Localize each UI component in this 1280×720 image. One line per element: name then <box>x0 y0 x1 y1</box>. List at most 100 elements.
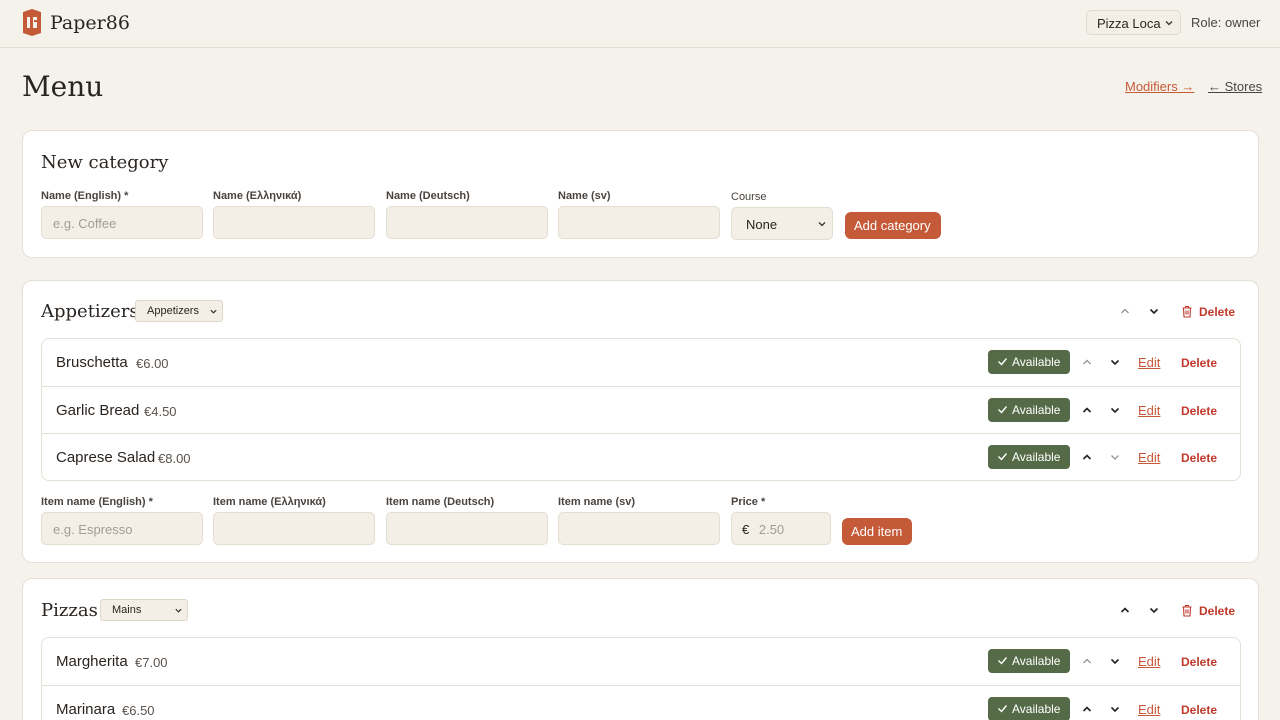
delete-item-button[interactable]: Delete <box>1181 451 1217 465</box>
name-english-label: Name (English) * <box>41 190 129 202</box>
check-icon <box>998 453 1008 461</box>
category-course-value: Mains <box>112 604 142 616</box>
chevron-down-icon <box>1165 21 1173 26</box>
name-english-input[interactable]: e.g. Coffee <box>41 206 203 239</box>
course-select-value: None <box>746 217 778 232</box>
delete-category-button[interactable]: Delete <box>1181 305 1235 319</box>
available-toggle[interactable]: Available <box>988 445 1070 469</box>
move-down-icon[interactable] <box>1109 404 1121 416</box>
chevron-down-icon <box>175 608 182 613</box>
available-label: Available <box>1012 654 1061 668</box>
check-icon <box>998 358 1008 366</box>
move-down-icon[interactable] <box>1109 451 1121 463</box>
check-icon <box>998 705 1008 713</box>
item-list: Bruschetta €6.00 Available Edit Delete G… <box>41 338 1241 481</box>
available-label: Available <box>1012 450 1061 464</box>
available-label: Available <box>1012 403 1061 417</box>
brand-name: Paper86 <box>50 12 130 34</box>
move-down-icon[interactable] <box>1148 604 1160 616</box>
available-toggle[interactable]: Available <box>988 398 1070 422</box>
list-item: Caprese Salad €8.00 Available Edit Delet… <box>42 433 1240 480</box>
item-name-german-label: Item name (Deutsch) <box>386 496 495 508</box>
available-toggle[interactable]: Available <box>988 697 1070 720</box>
page-title: Menu <box>22 70 104 103</box>
delete-item-button[interactable]: Delete <box>1181 404 1217 418</box>
name-german-label: Name (Deutsch) <box>386 190 470 202</box>
modifiers-link[interactable]: Modifiers → <box>1125 79 1194 94</box>
price-label: Price * <box>731 496 766 508</box>
category-card-appetizers: Appetizers Appetizers Delete Bruschetta … <box>22 280 1259 563</box>
new-category-card: New category Name (English) * e.g. Coffe… <box>22 130 1259 258</box>
store-select-value: Pizza Loca <box>1097 16 1161 31</box>
edit-item-link[interactable]: Edit <box>1138 702 1160 717</box>
move-up-icon[interactable] <box>1081 404 1093 416</box>
item-name: Garlic Bread <box>56 402 140 419</box>
name-greek-input[interactable] <box>213 206 375 239</box>
item-name: Caprese Salad <box>56 449 156 466</box>
move-down-icon[interactable] <box>1148 305 1160 317</box>
item-name: Bruschetta <box>56 354 128 371</box>
add-item-button[interactable]: Add item <box>842 518 912 545</box>
edit-item-link[interactable]: Edit <box>1138 450 1160 465</box>
move-up-icon[interactable] <box>1081 655 1093 667</box>
item-price: €8.00 <box>158 451 191 466</box>
item-name-greek-label: Item name (Ελληνικά) <box>213 496 326 508</box>
course-select[interactable]: None <box>731 207 833 240</box>
list-item: Marinara €6.50 Available Edit Delete <box>42 685 1240 720</box>
new-category-title: New category <box>41 152 169 173</box>
item-price: €4.50 <box>144 404 177 419</box>
delete-item-button[interactable]: Delete <box>1181 655 1217 669</box>
name-sv-input[interactable] <box>558 206 720 239</box>
available-toggle[interactable]: Available <box>988 350 1070 374</box>
list-item: Margherita €7.00 Available Edit Delete <box>42 638 1240 685</box>
name-sv-label: Name (sv) <box>558 190 611 202</box>
category-card-pizzas: Pizzas Mains Delete Margherita €7.00 Ava… <box>22 578 1259 720</box>
available-label: Available <box>1012 702 1061 716</box>
check-icon <box>998 657 1008 665</box>
item-price: €6.00 <box>136 356 169 371</box>
list-item: Bruschetta €6.00 Available Edit Delete <box>42 339 1240 386</box>
role-label: Role: owner <box>1191 15 1261 30</box>
price-placeholder: 2.50 <box>758 522 785 537</box>
category-course-select[interactable]: Mains <box>100 599 188 621</box>
stores-link[interactable]: ← Stores <box>1208 79 1262 94</box>
move-up-icon[interactable] <box>1119 305 1131 317</box>
available-label: Available <box>1012 355 1061 369</box>
edit-item-link[interactable]: Edit <box>1138 403 1160 418</box>
top-bar: Paper86 Pizza Loca Role: owner <box>0 0 1280 48</box>
delete-item-button[interactable]: Delete <box>1181 356 1217 370</box>
category-course-select[interactable]: Appetizers <box>135 300 223 322</box>
price-input[interactable]: € 2.50 <box>731 512 831 545</box>
item-name-german-input[interactable] <box>386 512 548 545</box>
move-up-icon[interactable] <box>1119 604 1131 616</box>
move-up-icon[interactable] <box>1081 356 1093 368</box>
name-german-input[interactable] <box>386 206 548 239</box>
move-up-icon[interactable] <box>1081 703 1093 715</box>
item-name: Margherita <box>56 653 128 670</box>
available-toggle[interactable]: Available <box>988 649 1070 673</box>
delete-category-label: Delete <box>1199 305 1236 319</box>
item-price: €6.50 <box>122 703 155 718</box>
category-title: Pizzas <box>41 600 98 621</box>
delete-item-button[interactable]: Delete <box>1181 703 1217 717</box>
item-name-greek-input[interactable] <box>213 512 375 545</box>
edit-item-link[interactable]: Edit <box>1138 355 1160 370</box>
item-list: Margherita €7.00 Available Edit Delete M… <box>41 637 1241 720</box>
store-select[interactable]: Pizza Loca <box>1086 10 1181 35</box>
delete-category-button[interactable]: Delete <box>1181 604 1235 618</box>
edit-item-link[interactable]: Edit <box>1138 654 1160 669</box>
chevron-down-icon <box>818 222 826 227</box>
item-name-sv-input[interactable] <box>558 512 720 545</box>
currency-symbol: € <box>742 522 750 537</box>
name-greek-label: Name (Ελληνικά) <box>213 190 302 202</box>
move-down-icon[interactable] <box>1109 356 1121 368</box>
move-up-icon[interactable] <box>1081 451 1093 463</box>
trash-icon <box>1182 604 1192 617</box>
add-category-button[interactable]: Add category <box>845 212 941 239</box>
delete-category-label: Delete <box>1199 604 1236 618</box>
move-down-icon[interactable] <box>1109 703 1121 715</box>
trash-icon <box>1182 305 1192 318</box>
move-down-icon[interactable] <box>1109 655 1121 667</box>
item-name-english-input[interactable]: e.g. Espresso <box>41 512 203 545</box>
check-icon <box>998 406 1008 414</box>
